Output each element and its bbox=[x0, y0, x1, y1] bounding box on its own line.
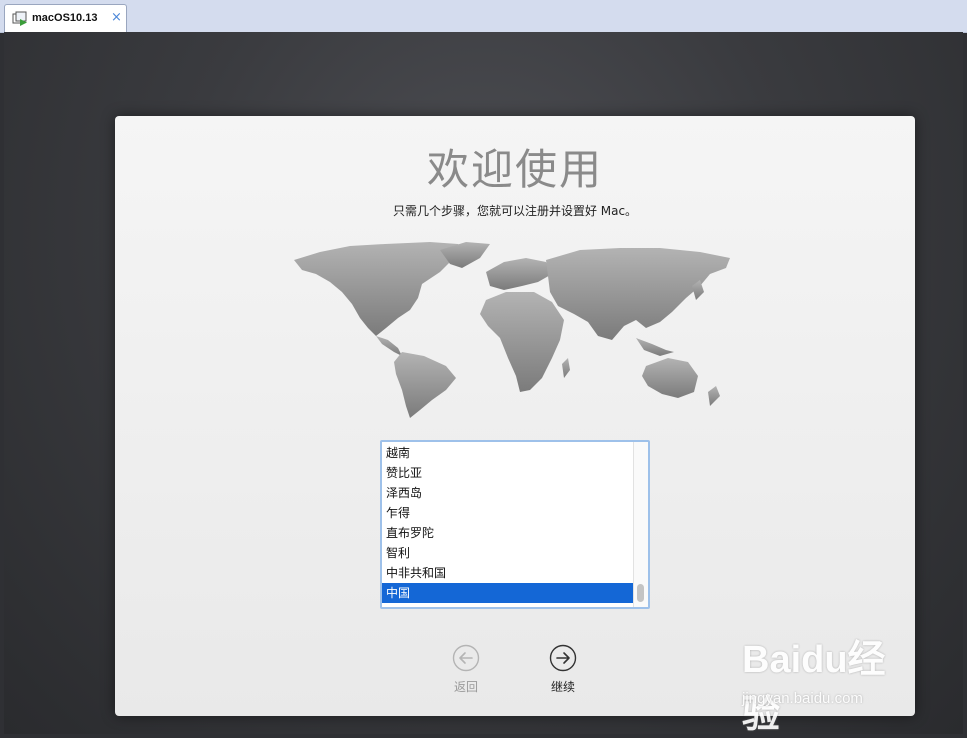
continue-button[interactable]: 继续 bbox=[533, 644, 593, 695]
page-subtitle: 只需几个步骤，您就可以注册并设置好 Mac。 bbox=[392, 204, 638, 218]
list-item[interactable]: 越南 bbox=[382, 443, 634, 463]
list-item[interactable]: 直布罗陀 bbox=[382, 523, 634, 543]
list-item[interactable]: 泽西岛 bbox=[382, 483, 634, 503]
page-title: 欢迎使用 bbox=[426, 145, 603, 194]
country-list[interactable]: 越南 赞比亚 泽西岛 乍得 直布罗陀 智利 中非共和国 中国 bbox=[380, 440, 650, 609]
list-item[interactable]: 中国 bbox=[382, 583, 634, 603]
close-icon[interactable]: × bbox=[111, 10, 122, 26]
arrow-left-circle-icon bbox=[452, 644, 480, 672]
list-item[interactable]: 赞比亚 bbox=[382, 463, 634, 483]
watermark-url: jingyan.baidu.com bbox=[742, 690, 863, 707]
vm-icon bbox=[12, 11, 27, 26]
scroll-thumb[interactable] bbox=[637, 584, 644, 602]
tab-macos[interactable]: macOS10.13 × bbox=[4, 4, 127, 32]
back-label: 返回 bbox=[453, 680, 478, 694]
tab-strip: macOS10.13 × bbox=[0, 0, 967, 33]
continue-label: 继续 bbox=[550, 680, 575, 694]
list-item[interactable]: 智利 bbox=[382, 543, 634, 563]
watermark-logo: Baidu经验 bbox=[742, 639, 886, 736]
baidu-watermark: Baidu经验 jingyan.baidu.com bbox=[742, 628, 922, 736]
list-item[interactable]: 中非共和国 bbox=[382, 563, 634, 583]
tab-label: macOS10.13 bbox=[32, 12, 98, 24]
arrow-right-circle-icon bbox=[549, 644, 577, 672]
back-button[interactable]: 返回 bbox=[436, 644, 496, 695]
scrollbar[interactable] bbox=[633, 442, 648, 607]
list-item[interactable]: 乍得 bbox=[382, 503, 634, 523]
setup-assistant-window: 欢迎使用 只需几个步骤，您就可以注册并设置好 Mac。 越南 赞比亚 泽西岛 乍… bbox=[115, 116, 915, 716]
world-map-icon bbox=[294, 242, 730, 418]
